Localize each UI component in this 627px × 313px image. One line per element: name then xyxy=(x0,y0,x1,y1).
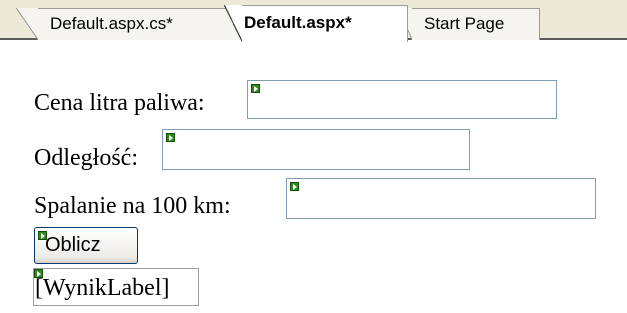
tab-default-aspx[interactable]: Default.aspx* xyxy=(224,5,408,42)
tab-label: Start Page xyxy=(424,14,505,33)
design-surface: Cena litra paliwa: Odległość: Spalanie n… xyxy=(0,40,627,313)
fuel-price-textbox[interactable] xyxy=(247,80,557,119)
result-label-text: [WynikLabel] xyxy=(35,275,170,301)
calculate-button[interactable]: Oblicz xyxy=(34,227,138,264)
distance-textbox[interactable] xyxy=(162,129,470,170)
consumption-textbox[interactable] xyxy=(286,178,596,219)
tab-start-page[interactable]: Start Page xyxy=(398,8,540,40)
result-label-control[interactable]: [WynikLabel] xyxy=(33,268,199,306)
server-control-glyph-icon xyxy=(251,84,260,93)
fuel-price-label: Cena litra paliwa: xyxy=(34,90,205,116)
consumption-label: Spalanie na 100 km: xyxy=(34,193,231,219)
server-control-glyph-icon xyxy=(290,182,299,191)
calculate-button-label: Oblicz xyxy=(45,234,101,256)
distance-label: Odległość: xyxy=(34,145,138,171)
tab-default-aspx-cs[interactable]: Default.aspx.cs* xyxy=(16,8,242,40)
server-control-glyph-icon xyxy=(166,133,175,142)
document-tab-strip: Default.aspx.cs* Default.aspx* Start Pag… xyxy=(0,0,627,42)
tab-label: Default.aspx* xyxy=(244,13,352,32)
tab-label: Default.aspx.cs* xyxy=(50,14,173,33)
